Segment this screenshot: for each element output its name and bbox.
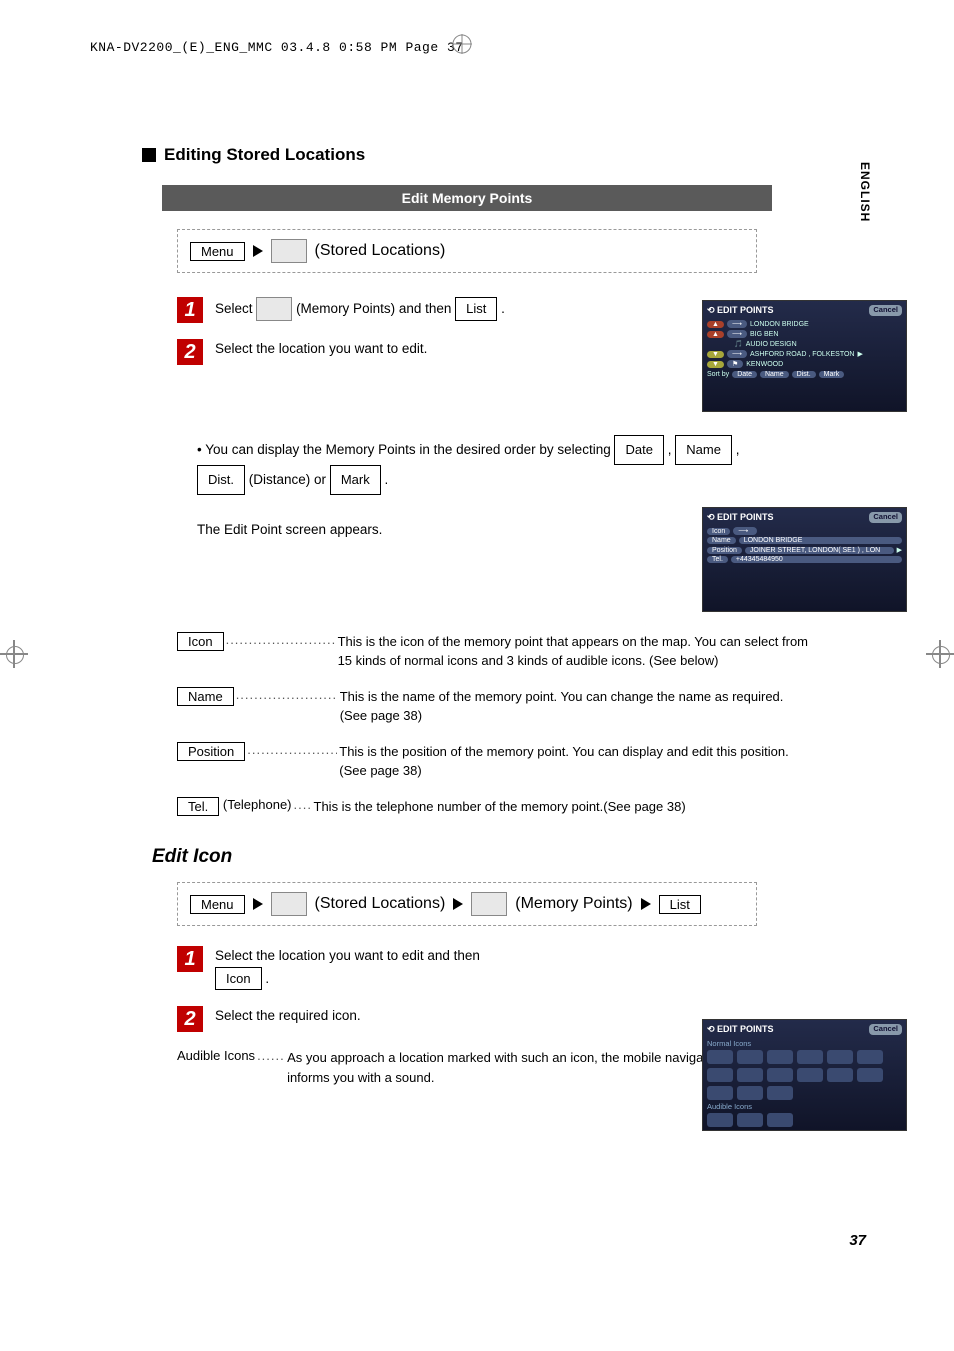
registration-mark-right <box>926 640 954 668</box>
cancel-button[interactable]: Cancel <box>869 512 902 523</box>
memory-points-icon <box>471 892 507 916</box>
section-bullet <box>142 148 156 162</box>
step-number-2: 2 <box>177 1006 203 1032</box>
name-field-button[interactable]: Name <box>177 687 234 706</box>
arrow-icon <box>453 898 463 910</box>
position-field-button[interactable]: Position <box>177 742 245 761</box>
list-button[interactable]: List <box>455 297 497 321</box>
audible-icons-label: Audible Icons <box>177 1048 255 1087</box>
edit-icon-step-1: Select the location you want to edit and… <box>215 946 515 990</box>
name-button[interactable]: Name <box>675 435 732 465</box>
edit-icon-step-2: Select the required icon. <box>215 1006 361 1026</box>
icon-field-desc: This is the icon of the memory point tha… <box>338 632 812 671</box>
subsection-bar: Edit Memory Points <box>162 185 772 211</box>
icon-button[interactable]: Icon <box>215 967 262 991</box>
edit-points-icons-screenshot: ⟲ EDIT POINTS Cancel Normal Icons Audibl… <box>702 1019 907 1131</box>
list-button[interactable]: List <box>659 895 701 914</box>
stored-locations-label: (Stored Locations) <box>315 242 446 260</box>
menu-button[interactable]: Menu <box>190 242 245 261</box>
icon-field-button[interactable]: Icon <box>177 632 224 651</box>
stored-locations-icon <box>271 239 307 263</box>
arrow-icon <box>253 245 263 257</box>
position-field-desc: This is the position of the memory point… <box>339 742 812 781</box>
step-number-2: 2 <box>177 339 203 365</box>
sort-note: • You can display the Memory Points in t… <box>197 435 757 495</box>
breadcrumb-strip-1: Menu (Stored Locations) <box>177 229 757 273</box>
tel-field-button[interactable]: Tel. <box>177 797 219 816</box>
name-field-desc: This is the name of the memory point. Yo… <box>340 687 812 726</box>
edit-point-detail-screenshot: ⟲ EDIT POINTS Cancel Icon⟶ NameLONDON BR… <box>702 507 907 612</box>
step-2-text: Select the location you want to edit. <box>215 339 427 359</box>
stored-locations-icon <box>271 892 307 916</box>
page-number: 37 <box>849 1232 866 1249</box>
arrow-icon <box>641 898 651 910</box>
memory-points-label: (Memory Points) <box>515 895 632 913</box>
memory-points-icon <box>256 297 292 321</box>
collate-icon <box>452 34 472 54</box>
tel-suffix: (Telephone) <box>223 797 292 812</box>
breadcrumb-strip-2: Menu (Stored Locations) (Memory Points) … <box>177 882 757 926</box>
cancel-button[interactable]: Cancel <box>869 1024 902 1035</box>
step-number-1: 1 <box>177 946 203 972</box>
edit-point-appears: The Edit Point screen appears. <box>197 519 577 542</box>
arrow-icon <box>253 898 263 910</box>
dist-button[interactable]: Dist. <box>197 465 245 495</box>
language-tab: ENGLISH <box>858 162 872 222</box>
section-title: Editing Stored Locations <box>164 145 365 165</box>
menu-button[interactable]: Menu <box>190 895 245 914</box>
date-button[interactable]: Date <box>614 435 663 465</box>
step-1-text: Select (Memory Points) and then List . <box>215 297 505 321</box>
edit-points-list-screenshot: ⟲ EDIT POINTS Cancel ▲⟶LONDON BRIDGE ▲⟶B… <box>702 300 907 412</box>
edit-icon-heading: Edit Icon <box>152 846 812 868</box>
mark-button[interactable]: Mark <box>330 465 381 495</box>
print-header: KNA-DV2200_(E)_ENG_MMC 03.4.8 0:58 PM Pa… <box>90 40 464 55</box>
cancel-button[interactable]: Cancel <box>869 305 902 316</box>
registration-mark-left <box>0 640 28 668</box>
stored-locations-label: (Stored Locations) <box>315 895 446 913</box>
tel-field-desc: This is the telephone number of the memo… <box>314 797 812 817</box>
step-number-1: 1 <box>177 297 203 323</box>
